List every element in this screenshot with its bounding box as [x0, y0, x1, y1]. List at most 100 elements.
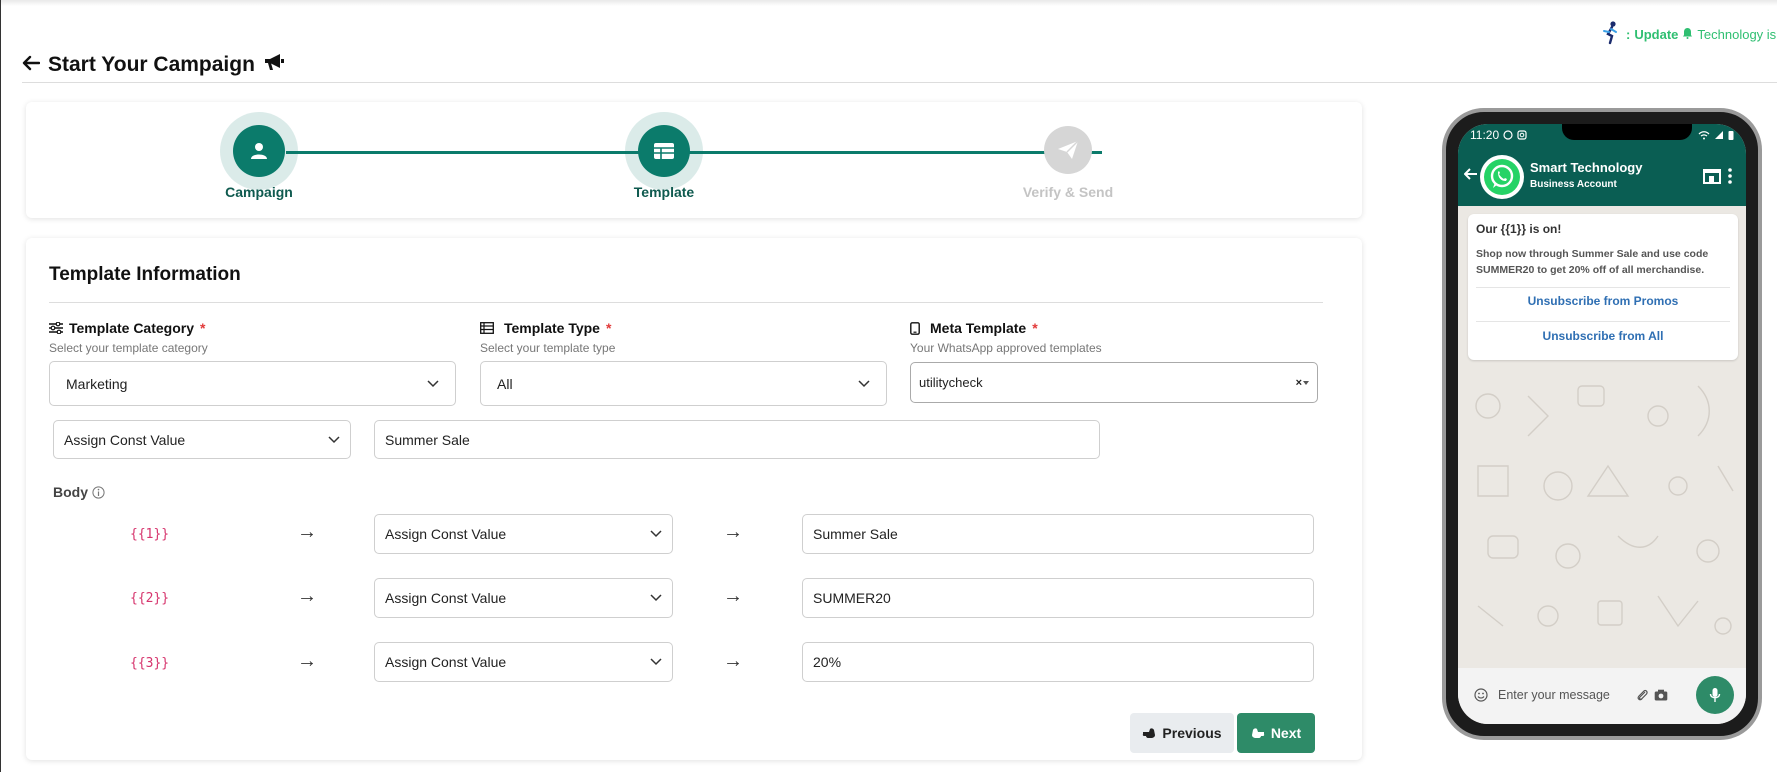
stepper-card: Campaign Template Verify & Send	[26, 102, 1362, 218]
header-divider	[22, 82, 1777, 83]
contact-sub: Business Account	[1530, 179, 1617, 190]
phone-notch	[1562, 124, 1692, 140]
unsubscribe-all-button[interactable]: Unsubscribe from All	[1468, 329, 1738, 343]
type-value: All	[497, 375, 513, 392]
microphone-icon	[1709, 688, 1721, 702]
category-hint: Select your template category	[49, 341, 208, 355]
step-campaign[interactable]	[220, 112, 298, 190]
body-1-assign-select[interactable]: Assign Const Value	[374, 514, 673, 554]
template-form-card: Template Information Template Category *…	[26, 238, 1362, 760]
arrow-right-icon: →	[297, 650, 317, 672]
chevron-down-icon	[328, 435, 340, 443]
step-campaign-circle	[233, 125, 285, 177]
whatsapp-logo-icon	[1484, 159, 1520, 195]
form-title: Template Information	[49, 264, 241, 285]
arrow-right-icon: →	[297, 585, 317, 607]
meta-template-select[interactable]: utilitycheck ×	[910, 362, 1318, 403]
type-hint: Select your template type	[480, 341, 616, 355]
sliders-icon	[49, 322, 63, 334]
body-2-assign-select[interactable]: Assign Const Value	[374, 578, 673, 618]
more-vertical-icon[interactable]	[1728, 168, 1732, 184]
message-divider	[1476, 287, 1730, 288]
contact-name: Smart Technology	[1530, 160, 1643, 175]
step-template-circle	[638, 125, 690, 177]
header-value: Summer Sale	[385, 431, 470, 448]
camera-icon[interactable]	[1654, 689, 1668, 701]
meta-hint: Your WhatsApp approved templates	[910, 341, 1102, 355]
variable-2: {{2}}	[130, 591, 170, 606]
message-input[interactable]: Enter your message	[1498, 688, 1610, 702]
body-3-assign-select[interactable]: Assign Const Value	[374, 642, 673, 682]
step-template[interactable]	[625, 112, 703, 190]
body-3-assign-value: Assign Const Value	[385, 654, 507, 670]
wifi-icon	[1698, 131, 1710, 140]
user-icon	[251, 143, 267, 159]
category-label: Template Category	[69, 320, 194, 336]
contact-avatar	[1480, 155, 1524, 199]
form-divider	[49, 302, 1323, 303]
clear-icon[interactable]: ×	[1296, 377, 1302, 389]
back-arrow-icon[interactable]	[22, 53, 41, 77]
category-value: Marketing	[66, 375, 128, 392]
instagram-status-icon	[1517, 130, 1527, 140]
paper-plane-icon	[1058, 140, 1079, 159]
message-bubble: Our {{1}} is on! Shop now through Summer…	[1468, 214, 1738, 360]
type-label-row: Template Type *	[480, 320, 611, 336]
whatsapp-header: Smart Technology Business Account	[1458, 146, 1746, 206]
chevron-down-icon	[650, 530, 662, 538]
chat-input-bar: Enter your message	[1458, 668, 1746, 724]
body-label: Body	[53, 484, 88, 500]
body-2-assign-value: Assign Const Value	[385, 590, 507, 606]
unsubscribe-promos-button[interactable]: Unsubscribe from Promos	[1468, 294, 1738, 308]
page-header: Start Your Campaign	[22, 52, 285, 78]
table-icon	[654, 143, 674, 159]
back-arrow-icon[interactable]	[1464, 168, 1478, 180]
body-1-value-input[interactable]: Summer Sale	[802, 514, 1314, 554]
chevron-down-icon	[427, 379, 439, 387]
info-icon[interactable]	[92, 485, 105, 499]
body-1-value: Summer Sale	[813, 526, 898, 542]
arrow-right-icon: →	[723, 585, 743, 607]
category-select[interactable]: Marketing	[49, 361, 456, 406]
required-mark: *	[200, 320, 206, 336]
body-1-assign-value: Assign Const Value	[385, 526, 507, 542]
hand-point-left-icon	[1143, 728, 1156, 738]
top-shadow	[0, 0, 1777, 6]
step-verify[interactable]	[1044, 126, 1092, 174]
store-icon[interactable]	[1702, 168, 1722, 184]
window-edge	[0, 0, 1, 772]
running-person-icon	[1600, 20, 1622, 48]
emoji-icon[interactable]	[1474, 688, 1488, 702]
previous-button[interactable]: Previous	[1130, 713, 1234, 753]
arrow-right-icon: →	[723, 521, 743, 543]
body-3-value-input[interactable]: 20%	[802, 642, 1314, 682]
step-template-label: Template	[633, 184, 695, 200]
arrow-right-icon: →	[723, 650, 743, 672]
step-connector-2	[694, 151, 1102, 154]
body-label-row: Body	[53, 484, 105, 500]
battery-icon	[1728, 131, 1734, 140]
meta-value: utilitycheck	[919, 375, 983, 390]
type-select[interactable]: All	[480, 361, 887, 406]
message-divider	[1476, 321, 1730, 322]
paperclip-icon[interactable]	[1636, 688, 1648, 702]
next-button[interactable]: Next	[1237, 713, 1315, 753]
header-value-input[interactable]: Summer Sale	[374, 420, 1100, 459]
caret-down-icon[interactable]	[1303, 380, 1309, 385]
next-label: Next	[1270, 725, 1302, 741]
voice-button[interactable]	[1696, 676, 1734, 714]
previous-label: Previous	[1162, 725, 1222, 741]
ticker-prefix: :	[1626, 26, 1631, 42]
body-2-value-input[interactable]: SUMMER20	[802, 578, 1314, 618]
header-assign-select[interactable]: Assign Const Value	[53, 420, 351, 459]
chevron-down-icon	[650, 594, 662, 602]
phone-time: 11:20	[1470, 128, 1500, 142]
message-title: Our {{1}} is on!	[1476, 222, 1562, 236]
arrow-right-icon: →	[297, 521, 317, 543]
meta-label-row: Meta Template *	[910, 320, 1038, 336]
category-label-row: Template Category *	[49, 320, 205, 336]
hand-point-right-icon	[1251, 728, 1265, 738]
variable-1: {{1}}	[130, 527, 170, 542]
bell-icon	[1682, 27, 1693, 42]
phone-screen: 11:20 Smart Technology Business Account	[1458, 124, 1746, 724]
